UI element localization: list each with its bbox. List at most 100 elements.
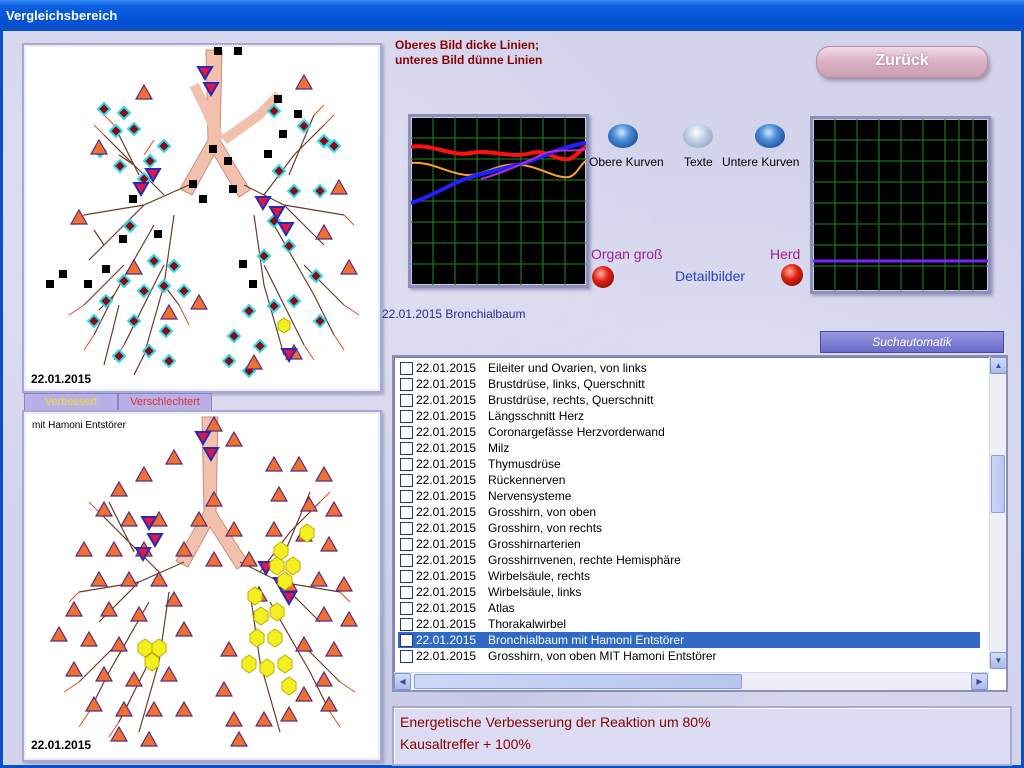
title-bar: Vergleichsbereich — [0, 0, 1024, 31]
list-item-checkbox[interactable] — [400, 602, 413, 615]
list-item-name: Grosshirnarterien — [488, 537, 581, 551]
list-item-date: 22.01.2015 — [416, 505, 477, 519]
heading-line-2: unteres Bild dünne Linien — [395, 53, 543, 67]
list-item[interactable]: 22.01.2015 Thorakalwirbel — [398, 616, 980, 632]
horizontal-scrollbar[interactable]: ◀ ▶ — [394, 672, 988, 690]
focus-button[interactable] — [781, 264, 803, 286]
back-button[interactable]: Zurück — [816, 46, 988, 78]
list-item[interactable]: 22.01.2015 Coronargefässe Herzvorderwand — [398, 424, 980, 440]
organ-large-button[interactable] — [592, 266, 614, 288]
list-item-checkbox[interactable] — [400, 410, 413, 423]
list-item-date: 22.01.2015 — [416, 473, 477, 487]
lower-curve-scope — [810, 116, 991, 294]
list-item-checkbox[interactable] — [400, 538, 413, 551]
list-item[interactable]: 22.01.2015 Wirbelsäule, rechts — [398, 568, 980, 584]
list-item-date: 22.01.2015 — [416, 537, 477, 551]
upper-curve-scope — [408, 114, 589, 288]
bottom-panel-date: 22.01.2015 — [31, 738, 92, 752]
tab-improved[interactable]: Verbessert — [24, 393, 118, 411]
list-item-date: 22.01.2015 — [416, 441, 477, 455]
list-item-date: 22.01.2015 — [416, 633, 477, 647]
bottom-lung-image — [49, 415, 359, 747]
list-item[interactable]: 22.01.2015 Längsschnitt Herz — [398, 408, 980, 424]
list-item-name: Wirbelsäule, rechts — [488, 569, 591, 583]
list-item-checkbox[interactable] — [400, 426, 413, 439]
analysis-list[interactable]: 22.01.2015 Eileiter und Ovarien, von link… — [392, 355, 1008, 692]
list-item-name: Grosshirn, von oben MIT Hamoni Entstörer — [488, 649, 717, 663]
list-item-date: 22.01.2015 — [416, 409, 477, 423]
list-item[interactable]: 22.01.2015 Wirbelsäule, links — [398, 584, 980, 600]
list-item-name: Grosshirn, von rechts — [488, 521, 603, 535]
list-item-name: Thorakalwirbel — [488, 617, 567, 631]
list-item-date: 22.01.2015 — [416, 489, 477, 503]
result-line-2: Kausaltreffer + 100% — [400, 736, 531, 752]
list-item-checkbox[interactable] — [400, 650, 413, 663]
lower-curves-label: Untere Kurven — [722, 155, 800, 169]
list-item[interactable]: 22.01.2015 Grosshirn, von rechts — [398, 520, 980, 536]
list-item[interactable]: 22.01.2015 Bronchialbaum mit Hamoni Entst… — [398, 632, 980, 648]
list-item-date: 22.01.2015 — [416, 569, 477, 583]
list-item[interactable]: 22.01.2015 Grosshirn, von oben — [398, 504, 980, 520]
list-item-name: Brustdrüse, links, Querschnitt — [488, 377, 645, 391]
list-item-name: Brustdrüse, rechts, Querschnitt — [488, 393, 654, 407]
texts-toggle-icon[interactable] — [683, 124, 713, 148]
top-lung-image — [46, 47, 360, 379]
bottom-lung-panel[interactable]: mit Hamoni Entstörer 22.01.2015 — [22, 410, 382, 762]
list-item[interactable]: 22.01.2015 Grosshirnarterien — [398, 536, 980, 552]
horizontal-scroll-thumb[interactable] — [414, 674, 742, 689]
top-lung-panel[interactable]: 22.01.2015 — [22, 43, 382, 393]
vertical-scrollbar[interactable]: ▲ ▼ — [989, 357, 1006, 669]
scroll-up-button[interactable]: ▲ — [990, 357, 1006, 374]
list-item-checkbox[interactable] — [400, 490, 413, 503]
comparison-heading: Oberes Bild dicke Linien; unteres Bild d… — [395, 38, 542, 68]
list-item-checkbox[interactable] — [400, 554, 413, 567]
list-item-checkbox[interactable] — [400, 362, 413, 375]
list-item-checkbox[interactable] — [400, 378, 413, 391]
list-item-checkbox[interactable] — [400, 570, 413, 583]
scroll-right-button[interactable]: ▶ — [971, 673, 988, 690]
result-line-1: Energetische Verbesserung der Reaktion u… — [400, 714, 711, 730]
organ-large-label: Organ groß — [591, 246, 663, 262]
list-item-checkbox[interactable] — [400, 618, 413, 631]
vertical-scroll-thumb[interactable] — [991, 455, 1005, 513]
list-item[interactable]: 22.01.2015 Brustdrüse, links, Querschnitt — [398, 376, 980, 392]
scroll-left-button[interactable]: ◀ — [394, 673, 411, 690]
list-item[interactable]: 22.01.2015 Eileiter und Ovarien, von link… — [398, 360, 980, 376]
list-item-checkbox[interactable] — [400, 586, 413, 599]
list-item-name: Atlas — [488, 601, 515, 615]
list-item-date: 22.01.2015 — [416, 649, 477, 663]
result-panel: Energetische Verbesserung der Reaktion u… — [392, 706, 1012, 766]
list-item-checkbox[interactable] — [400, 634, 413, 647]
list-item[interactable]: 22.01.2015 Atlas — [398, 600, 980, 616]
upper-curves-label: Obere Kurven — [589, 155, 664, 169]
tab-worsened[interactable]: Verschlechtert — [118, 393, 212, 411]
list-item-date: 22.01.2015 — [416, 377, 477, 391]
list-item[interactable]: 22.01.2015 Rückennerven — [398, 472, 980, 488]
list-item-name: Thymusdrüse — [488, 457, 561, 471]
list-item-checkbox[interactable] — [400, 442, 413, 455]
list-item[interactable]: 22.01.2015 Grosshirn, von oben MIT Hamoni… — [398, 648, 980, 664]
list-item-checkbox[interactable] — [400, 522, 413, 535]
list-item[interactable]: 22.01.2015 Nervensysteme — [398, 488, 980, 504]
detail-images-label[interactable]: Detailbilder — [675, 268, 745, 284]
list-item-name: Bronchialbaum mit Hamoni Entstörer — [488, 633, 685, 647]
image-caption: 22.01.2015 Bronchialbaum — [382, 307, 526, 321]
list-item-date: 22.01.2015 — [416, 457, 477, 471]
list-item[interactable]: 22.01.2015 Grosshirnvenen, rechte Hemisph… — [398, 552, 980, 568]
list-item[interactable]: 22.01.2015 Brustdrüse, rechts, Querschnit… — [398, 392, 980, 408]
list-item-checkbox[interactable] — [400, 506, 413, 519]
list-item-date: 22.01.2015 — [416, 617, 477, 631]
search-automatic-button[interactable]: Suchautomatik — [820, 331, 1004, 353]
list-item[interactable]: 22.01.2015 Milz — [398, 440, 980, 456]
list-item-date: 22.01.2015 — [416, 393, 477, 407]
lower-curves-toggle-icon[interactable] — [755, 124, 785, 148]
scroll-down-button[interactable]: ▼ — [990, 652, 1006, 669]
list-item-name: Wirbelsäule, links — [488, 585, 582, 599]
list-item-checkbox[interactable] — [400, 458, 413, 471]
upper-curves-toggle-icon[interactable] — [608, 124, 638, 148]
list-item-checkbox[interactable] — [400, 394, 413, 407]
list-item-checkbox[interactable] — [400, 474, 413, 487]
list-item-name: Nervensysteme — [488, 489, 572, 503]
list-item[interactable]: 22.01.2015 Thymusdrüse — [398, 456, 980, 472]
heading-line-1: Oberes Bild dicke Linien; — [395, 38, 540, 52]
